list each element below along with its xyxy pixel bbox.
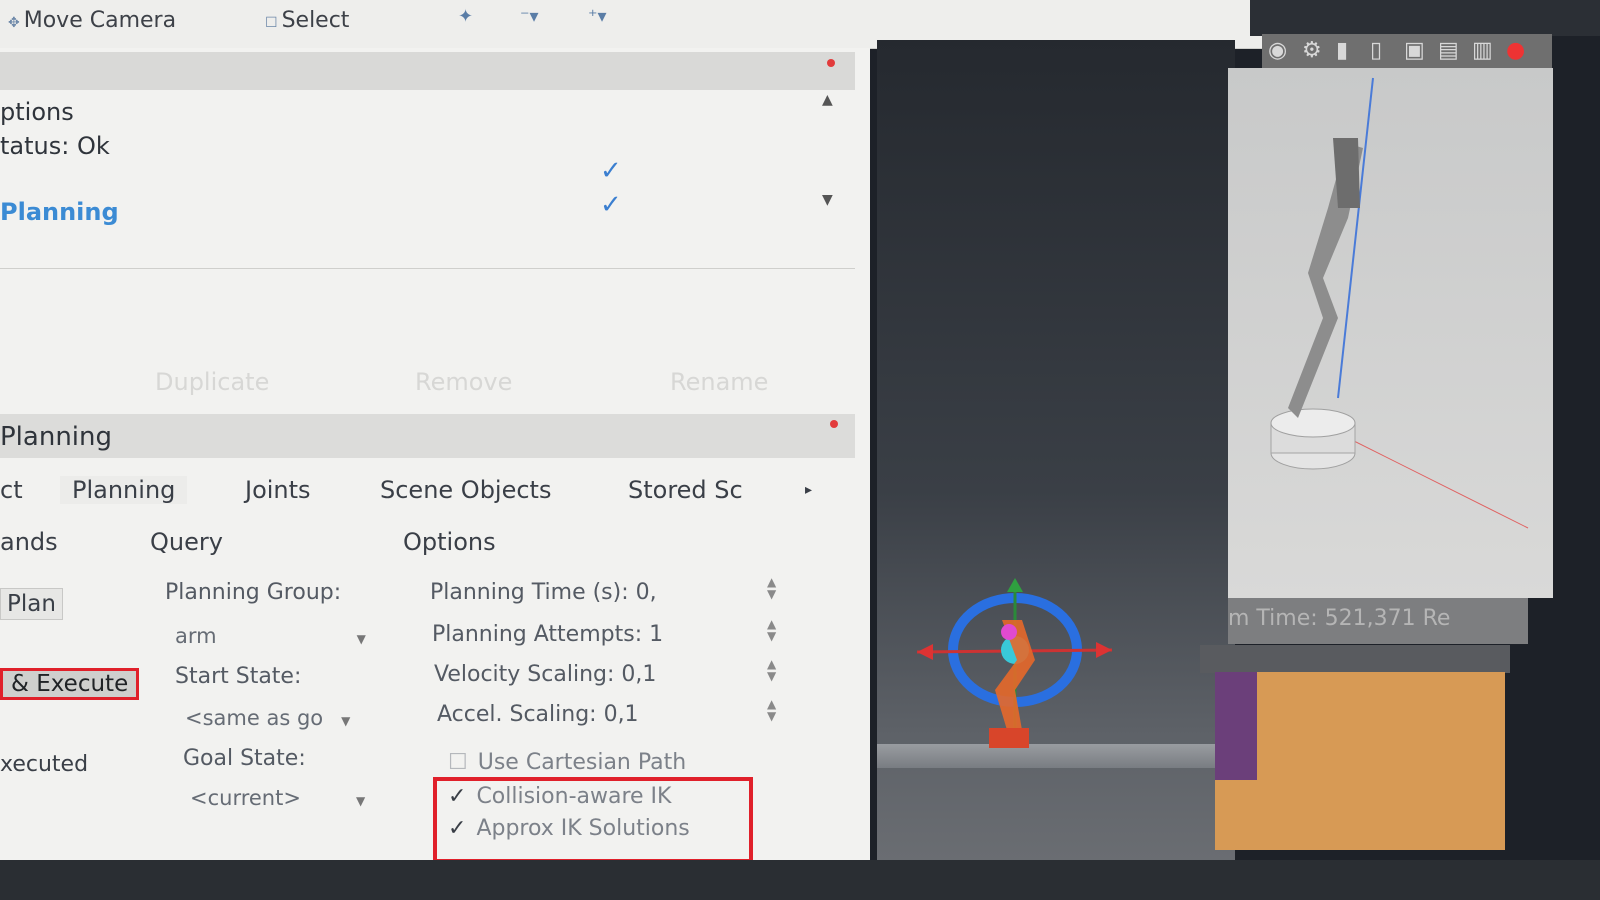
commands-heading: ands <box>0 528 58 556</box>
measure-icon[interactable]: ⁻▾ <box>520 6 539 27</box>
spin-arrows-icon[interactable]: ▲ ▼ <box>767 576 776 600</box>
robot-arm-marker-icon[interactable] <box>877 40 1235 860</box>
planning-time-field[interactable]: Planning Time (s): 0, <box>430 580 657 605</box>
goal-state-value: <current> <box>190 786 301 810</box>
accel-scaling-field[interactable]: Accel. Scaling: 0,1 <box>437 702 639 727</box>
tab-planning[interactable]: Planning <box>60 476 188 504</box>
left-panel: ptions tatus: Ok Planning ✓ ✓ ▲ ▼ Duplic… <box>0 48 870 900</box>
close-dot-icon[interactable] <box>830 420 838 428</box>
chevron-down-icon: ▼ <box>355 794 366 808</box>
use-cartesian-label: Use Cartesian Path <box>477 750 687 775</box>
chevron-down-icon: ▼ <box>341 714 351 728</box>
select-label: Select <box>281 8 350 33</box>
planning-group-label: Planning Group: <box>165 580 342 605</box>
rename-button[interactable]: Rename <box>670 368 768 396</box>
motion-planning-header <box>0 414 855 458</box>
use-cartesian-checkbox[interactable]: ☐ Use Cartesian Path <box>448 750 686 775</box>
planning-attempts-field[interactable]: Planning Attempts: 1 <box>432 622 663 647</box>
record-icon[interactable]: ● <box>1506 38 1525 63</box>
launcher-bar <box>1215 672 1257 780</box>
move-camera-tool[interactable]: ✥ Move Camera <box>8 8 176 33</box>
scroll-down-icon[interactable]: ▼ <box>822 192 833 208</box>
options-heading: Options <box>403 528 496 556</box>
checkbox-icon[interactable]: ✓ <box>600 156 622 186</box>
tab-joints[interactable]: Joints <box>245 476 311 504</box>
display-tree: ptions tatus: Ok Planning ✓ ✓ ▲ ▼ <box>0 92 855 272</box>
select-icon: ☐ <box>265 15 278 31</box>
scroll-up-icon[interactable]: ▲ <box>822 92 833 108</box>
tree-row-planning[interactable]: Planning <box>0 198 119 226</box>
camera-view[interactable] <box>1228 68 1553 598</box>
planning-group-value: arm <box>175 624 217 648</box>
tool-icon[interactable]: ▣ <box>1404 38 1425 63</box>
select-tool[interactable]: ☐ Select <box>265 8 349 33</box>
camera-toolbar: ◉ ⚙ ▮ ▯ ▣ ▤ ▥ ● <box>1262 34 1552 68</box>
velocity-scaling-field[interactable]: Velocity Scaling: 0,1 <box>434 662 656 687</box>
spin-arrows-icon[interactable]: ▲ ▼ <box>767 658 776 682</box>
spin-arrows-icon[interactable]: ▲ ▼ <box>767 698 776 722</box>
interact-icon[interactable]: ✦ <box>458 6 473 27</box>
tool-icon[interactable]: ▮ <box>1336 38 1348 63</box>
tool-icon[interactable]: ▯ <box>1370 38 1382 63</box>
right-panel-top <box>1250 0 1600 36</box>
robot-arm-render-icon <box>1270 77 1529 529</box>
divider <box>0 268 855 269</box>
tab-scroll-icon[interactable]: ▸ <box>805 482 812 498</box>
move-camera-icon: ✥ <box>8 15 20 31</box>
tool-icon[interactable]: ⚙ <box>1302 38 1322 63</box>
planning-group-select[interactable]: arm ▼ <box>175 624 366 648</box>
checkbox-icon[interactable]: ✓ <box>600 190 622 220</box>
spin-arrows-icon[interactable]: ▲ ▼ <box>767 618 776 642</box>
ros-time-text: m Time: 521,371 Re <box>1228 606 1451 631</box>
goal-state-label: Goal State: <box>183 746 306 771</box>
execute-button[interactable]: xecuted <box>0 752 88 777</box>
tab-bar: ct Planning Joints Scene Objects Stored … <box>0 468 855 516</box>
pose-estimate-icon[interactable]: ⁺▾ <box>588 6 607 27</box>
query-heading: Query <box>150 528 223 556</box>
tool-icon[interactable]: ▥ <box>1472 38 1493 63</box>
duplicate-button[interactable]: Duplicate <box>155 368 269 396</box>
move-camera-label: Move Camera <box>23 8 177 33</box>
bottom-edge <box>0 860 1600 900</box>
plan-execute-button[interactable]: & Execute <box>0 668 140 700</box>
motion-planning-title: Planning <box>0 422 112 452</box>
start-state-value: <same as go <box>185 706 324 730</box>
3d-viewport[interactable] <box>877 40 1235 860</box>
tab-stored-scenes[interactable]: Stored Sc <box>628 476 743 504</box>
tab-context[interactable]: ct <box>0 476 23 504</box>
desktop-background <box>1215 672 1505 850</box>
tab-scene-objects[interactable]: Scene Objects <box>380 476 551 504</box>
start-state-select[interactable]: <same as go ▼ <box>185 706 350 730</box>
tree-row-options[interactable]: ptions <box>0 98 74 126</box>
displays-header <box>0 52 855 90</box>
start-state-label: Start State: <box>175 664 302 689</box>
checkbox-icon: ☐ <box>448 750 468 775</box>
highlight-box <box>433 777 753 863</box>
tool-icon[interactable]: ◉ <box>1268 38 1287 63</box>
close-dot-icon[interactable] <box>827 59 835 67</box>
tool-icon[interactable]: ▤ <box>1438 38 1459 63</box>
chevron-down-icon: ▼ <box>356 632 366 646</box>
tree-row-status[interactable]: tatus: Ok <box>0 132 110 160</box>
plan-button[interactable]: Plan <box>0 588 63 620</box>
goal-state-select[interactable]: <current> ▼ <box>190 786 365 810</box>
panel-strip <box>1200 645 1510 673</box>
remove-button[interactable]: Remove <box>415 368 512 396</box>
